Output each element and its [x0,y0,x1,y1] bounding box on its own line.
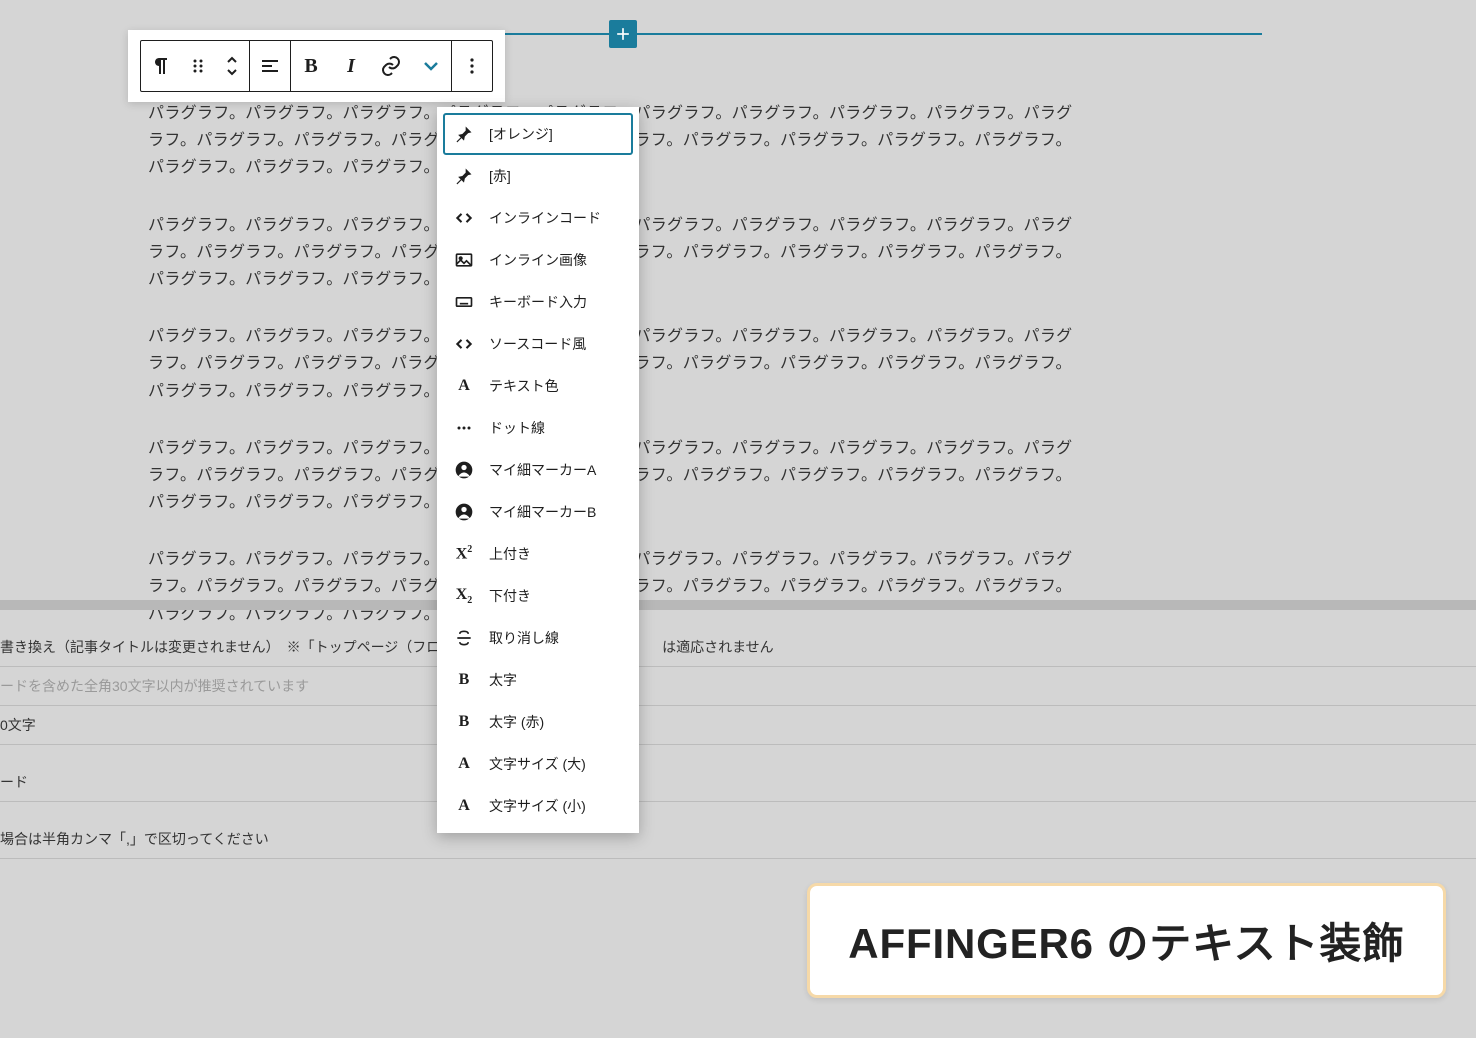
block-toolbar: B I [140,40,493,92]
dropdown-item[interactable]: インラインコード [443,197,633,239]
dropdown-item[interactable]: X2 下付き [443,575,633,617]
code-icon [453,207,475,229]
dropdown-item-label: [赤] [489,166,511,186]
person-icon [453,501,475,523]
dropdown-item-label: 太字 (赤) [489,712,544,732]
dropdown-item-label: 取り消し線 [489,628,559,648]
dropdown-item[interactable]: ドット線 [443,407,633,449]
textA-icon: A [453,795,475,817]
image-icon [453,249,475,271]
dots-icon [453,417,475,439]
dropdown-item[interactable]: A 文字サイズ (小) [443,785,633,827]
sup-icon: X2 [453,543,475,565]
person-icon [453,459,475,481]
dropdown-item[interactable]: ソースコード風 [443,323,633,365]
dropdown-item-label: 文字サイズ (小) [489,796,586,816]
pin-icon [453,123,475,145]
sub-icon: X2 [453,585,475,607]
boldB-icon: B [453,711,475,733]
form-divider [0,600,1476,610]
format-dropdown-menu: [オレンジ][赤]インラインコードインライン画像キーボード入力ソースコード風Aテ… [437,107,639,833]
form-row-rewrite: 書き換え（記事タイトルは変更されません） ※「トップページ（フロン は適応されま… [0,628,1476,667]
meta-form: 書き換え（記事タイトルは変更されません） ※「トップページ（フロン は適応されま… [0,600,1476,859]
strike-icon [453,627,475,649]
dropdown-item-label: 太字 [489,670,517,690]
dropdown-item[interactable]: マイ細マーカーB [443,491,633,533]
dropdown-item[interactable]: X2 上付き [443,533,633,575]
dropdown-item-label: 文字サイズ (大) [489,754,586,774]
bold-button[interactable]: B [291,40,331,92]
more-formats-dropdown-button[interactable] [411,40,451,92]
overlay-title-badge: AFFINGER6 のテキスト装飾 [807,883,1446,998]
dropdown-item[interactable]: B 太字 (赤) [443,701,633,743]
form-row-code: ード [0,763,1476,802]
move-up-down-button[interactable] [215,40,249,92]
dropdown-item[interactable]: A テキスト色 [443,365,633,407]
dropdown-item[interactable]: キーボード入力 [443,281,633,323]
dropdown-item-label: 上付き [489,544,531,564]
textA-icon: A [453,753,475,775]
dropdown-item-label: インラインコード [489,208,601,228]
form-row-char-limit[interactable]: ードを含めた全角30文字以内が推奨されています [0,667,1476,706]
form-row-count: 0文字 [0,706,1476,745]
textA-icon: A [453,375,475,397]
block-type-paragraph-button[interactable] [141,40,181,92]
dropdown-item[interactable]: B 太字 [443,659,633,701]
dropdown-item-label: キーボード入力 [489,292,587,312]
dropdown-item[interactable]: [赤] [443,155,633,197]
dropdown-item-label: ソースコード風 [489,334,586,354]
more-options-button[interactable] [452,40,492,92]
dropdown-item-label: マイ細マーカーA [489,460,596,480]
dropdown-item[interactable]: マイ細マーカーA [443,449,633,491]
dropdown-item-label: インライン画像 [489,250,587,270]
add-block-button[interactable] [609,20,637,48]
dropdown-item-label: [オレンジ] [489,124,553,144]
pin-icon [453,165,475,187]
block-toolbar-container: B I [128,30,505,102]
dropdown-item[interactable]: [オレンジ] [443,113,633,155]
drag-handle-button[interactable] [181,40,215,92]
dropdown-item-label: テキスト色 [489,376,559,396]
dropdown-item[interactable]: 取り消し線 [443,617,633,659]
source-icon [453,333,475,355]
link-button[interactable] [371,40,411,92]
boldB-icon: B [453,669,475,691]
dropdown-item[interactable]: A 文字サイズ (大) [443,743,633,785]
dropdown-item-label: 下付き [489,586,531,606]
italic-button[interactable]: I [331,40,371,92]
keyboard-icon [453,291,475,313]
dropdown-item-label: マイ細マーカーB [489,502,596,522]
form-row-comma: 場合は半角カンマ「,」で区切ってください [0,820,1476,859]
dropdown-item[interactable]: インライン画像 [443,239,633,281]
dropdown-item-label: ドット線 [489,418,545,438]
align-button[interactable] [250,40,290,92]
